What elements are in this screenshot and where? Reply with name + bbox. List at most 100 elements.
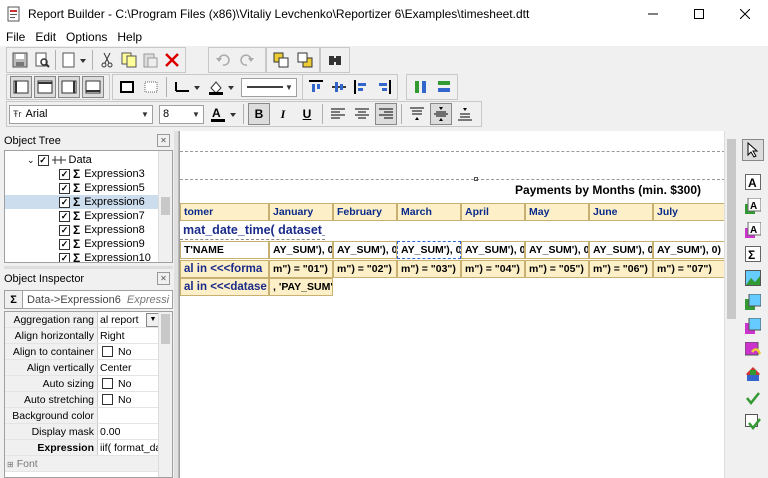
checkmark-icon[interactable] [742, 387, 764, 409]
bring-to-front-icon[interactable] [270, 49, 292, 71]
menu-edit[interactable]: Edit [31, 30, 60, 44]
footer-cell[interactable]: m") = "01") [269, 260, 333, 278]
checkbox-checked-icon[interactable]: ✓ [59, 168, 70, 180]
collapse-icon[interactable]: ⌄ [27, 155, 35, 166]
tree-item[interactable]: ✓ Σ Expression3 [5, 167, 172, 181]
text-label-icon[interactable]: A [742, 171, 764, 193]
checkbox-unchecked-icon[interactable] [102, 394, 113, 405]
close-window-button[interactable] [722, 0, 768, 28]
checkbox-unchecked-icon[interactable] [102, 378, 113, 389]
band-layout-1-icon[interactable] [10, 76, 32, 98]
checkbox-checked-icon[interactable]: ✓ [59, 238, 70, 250]
data-cell-selected[interactable]: AY_SUM'), 0) [397, 241, 461, 259]
minimize-button[interactable] [630, 0, 676, 28]
data-cell[interactable]: AY_SUM'), 0) [333, 241, 397, 259]
footer-cell[interactable]: al in <<<forma [180, 260, 269, 278]
menu-file[interactable]: File [2, 30, 29, 44]
tree-item[interactable]: ✓ Σ Expression5 [5, 181, 172, 195]
total-cell[interactable]: al in <<<datase [180, 278, 269, 296]
property-group-row[interactable]: ⊞ Font [5, 456, 160, 472]
frame-dotted-icon[interactable] [140, 76, 162, 98]
property-value[interactable]: No [98, 344, 160, 359]
font-name-select[interactable]: Ŧr Arial ▼ [9, 104, 153, 124]
property-row[interactable]: Align vertically Center [5, 360, 160, 376]
align-right-edge-icon[interactable] [374, 76, 395, 98]
delete-icon[interactable] [162, 49, 182, 71]
property-value[interactable]: iif( format_da [98, 440, 160, 455]
tree-item[interactable]: ✓ Σ Expression7 [5, 209, 172, 223]
text-align-center-icon[interactable] [351, 103, 373, 125]
footer-cell[interactable]: m") = "07") [653, 260, 725, 278]
header-cell[interactable]: January [269, 203, 333, 221]
data-cell[interactable]: T'NAME [180, 241, 269, 259]
new-object-icon[interactable] [60, 49, 88, 71]
checkbox-field-icon[interactable] [742, 411, 764, 433]
align-top-icon[interactable] [306, 76, 327, 98]
italic-icon[interactable]: I [272, 103, 294, 125]
align-left-edge-icon[interactable] [351, 76, 372, 98]
band-layout-3-icon[interactable] [58, 76, 80, 98]
redo-icon[interactable] [236, 49, 258, 71]
property-row[interactable]: Auto sizing No [5, 376, 160, 392]
same-height-icon[interactable] [433, 76, 454, 98]
copy-icon[interactable] [119, 49, 139, 71]
header-cell[interactable]: July [653, 203, 725, 221]
checkbox-checked-icon[interactable]: ✓ [37, 154, 49, 166]
line-style-select[interactable]: ▼ [241, 77, 297, 97]
expression-tool-icon[interactable]: Σ [742, 243, 764, 265]
image-icon[interactable] [742, 267, 764, 289]
tree-scrollbar[interactable] [158, 151, 172, 262]
data-cell[interactable]: AY_SUM'), 0) [461, 241, 525, 259]
header-cell[interactable]: April [461, 203, 525, 221]
property-row-selected[interactable]: Expression iif( format_da [5, 440, 160, 456]
chart-icon[interactable] [742, 363, 764, 385]
report-canvas[interactable]: Payments by Months (min. $300) tomer Jan… [179, 131, 738, 478]
header-cell[interactable]: tomer [180, 203, 269, 221]
object-selector[interactable]: Σ Data->Expression6 Expressi [4, 290, 173, 309]
footer-cell[interactable]: m") = "04") [461, 260, 525, 278]
select-pointer-icon[interactable] [742, 139, 764, 161]
panel-splitter[interactable] [4, 266, 173, 269]
vertical-align-top-icon[interactable] [406, 103, 428, 125]
property-row[interactable]: Display mask 0.00 [5, 424, 160, 440]
property-row[interactable]: Align horizontally Right [5, 328, 160, 344]
header-cell[interactable]: February [333, 203, 397, 221]
property-value[interactable]: No [98, 392, 160, 407]
tree-item[interactable]: ✓ Σ Expression10 [5, 251, 172, 262]
group-header-expression[interactable]: mat_date_time( dataset_f [180, 222, 325, 240]
data-cell[interactable]: AY_SUM'), 0) [525, 241, 589, 259]
send-to-back-icon[interactable] [294, 49, 316, 71]
header-cell[interactable]: May [525, 203, 589, 221]
checkbox-checked-icon[interactable]: ✓ [59, 210, 70, 222]
band-layout-4-icon[interactable] [82, 76, 104, 98]
total-cell[interactable]: , 'PAY_SUM') [269, 278, 333, 296]
vertical-align-bottom-icon[interactable] [454, 103, 476, 125]
data-cell[interactable]: AY_SUM'), 0) [653, 241, 725, 259]
property-row[interactable]: Aggregation rang al report ▼ [5, 312, 160, 328]
same-width-icon[interactable] [410, 76, 431, 98]
expand-icon[interactable]: ⊞ [7, 460, 14, 469]
underline-icon[interactable]: U [296, 103, 318, 125]
system-field-icon[interactable]: A [742, 219, 764, 241]
find-icon[interactable] [324, 49, 346, 71]
maximize-button[interactable] [676, 0, 722, 28]
frame-style-icon[interactable] [171, 76, 203, 98]
report-title[interactable]: Payments by Months (min. $300) [515, 183, 701, 197]
menu-options[interactable]: Options [62, 30, 111, 44]
canvas-scrollbar[interactable] [724, 131, 738, 478]
preview-icon[interactable] [32, 49, 52, 71]
property-row[interactable]: Align to container No [5, 344, 160, 360]
save-icon[interactable] [10, 49, 30, 71]
undo-icon[interactable] [212, 49, 234, 71]
checkbox-unchecked-icon[interactable] [102, 346, 113, 357]
sys-image-icon[interactable] [742, 315, 764, 337]
header-cell[interactable]: June [589, 203, 653, 221]
data-cell[interactable]: AY_SUM'), 0) [269, 241, 333, 259]
property-value[interactable]: Center [98, 360, 160, 375]
text-align-right-icon[interactable] [375, 103, 397, 125]
property-value[interactable] [98, 408, 160, 423]
checkbox-checked-icon[interactable]: ✓ [59, 224, 70, 236]
band-layout-2-icon[interactable] [34, 76, 56, 98]
property-value[interactable]: No [98, 376, 160, 391]
cut-icon[interactable] [97, 49, 117, 71]
